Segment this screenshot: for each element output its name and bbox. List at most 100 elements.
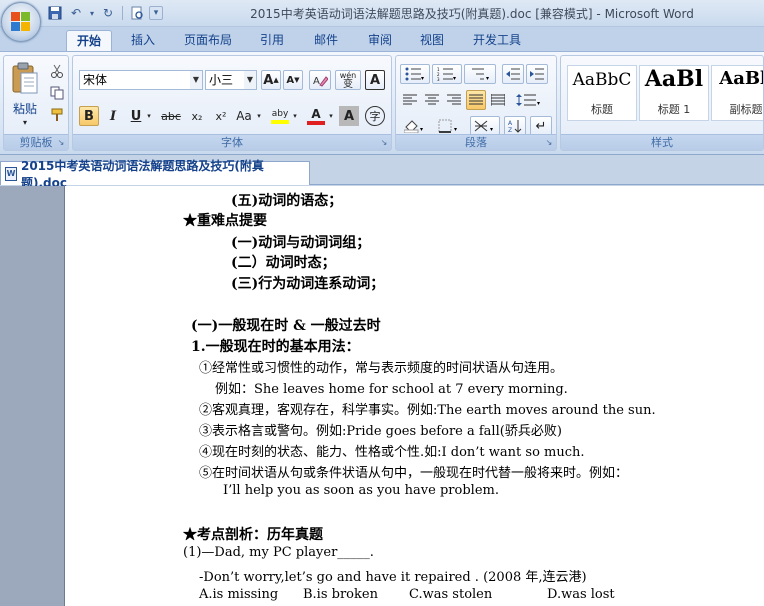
doc-line: (二）动词时态； xyxy=(231,255,336,271)
multilevel-list-icon[interactable]: ▾ xyxy=(464,64,496,84)
subscript-button[interactable]: x₂ xyxy=(187,106,207,126)
font-launcher-icon[interactable]: ↘ xyxy=(379,138,389,148)
bullets-icon[interactable]: ▾ xyxy=(400,64,430,84)
doc-line: ★考点剖析：历年真题 xyxy=(183,527,323,543)
tab-home[interactable]: 开始 xyxy=(66,30,112,51)
line-spacing-icon[interactable]: ▾ xyxy=(512,90,546,110)
clear-format-icon[interactable]: A xyxy=(309,70,331,90)
show-marks-icon[interactable]: ↵ xyxy=(530,116,552,136)
font-color-button[interactable]: A xyxy=(305,106,327,126)
paragraph-group-label: 段落 xyxy=(396,134,556,150)
tab-insert[interactable]: 插入 xyxy=(122,30,164,51)
borders-icon[interactable]: ▾ xyxy=(434,116,464,136)
text-highlight-button[interactable]: aby xyxy=(269,106,291,126)
bold-button[interactable]: B xyxy=(79,106,99,126)
paragraph-launcher-icon[interactable]: ↘ xyxy=(544,138,554,148)
underline-button[interactable]: U xyxy=(127,106,145,126)
svg-text:▾: ▾ xyxy=(490,126,493,133)
increase-indent-icon[interactable] xyxy=(526,64,548,84)
styles-group: AaBbC 标题 AaBl 标题 1 AaBb 副标题 样式 xyxy=(560,55,764,151)
styles-group-label: 样式 xyxy=(561,134,763,150)
paste-icon[interactable] xyxy=(10,60,40,96)
shrink-font-label: A xyxy=(286,74,295,86)
font-size-dropdown-icon[interactable]: ▼ xyxy=(244,71,256,89)
doc-line: I’ll help you as soon as you have proble… xyxy=(223,483,499,498)
svg-text:▾: ▾ xyxy=(421,75,424,81)
office-button[interactable] xyxy=(1,2,41,42)
doc-line: ②客观真理，客观存在，科学事实。例如:The earth moves aroun… xyxy=(199,403,656,418)
highlight-dropdown-icon[interactable]: ▾ xyxy=(291,106,299,126)
character-border-label: A xyxy=(369,72,381,88)
enclose-characters-button[interactable]: 字 xyxy=(365,106,385,126)
document-tab[interactable]: W 2015中考英语动词语法解题思路及技巧(附真题).doc xyxy=(0,159,310,190)
svg-text:▾: ▾ xyxy=(454,126,457,133)
tab-references[interactable]: 引用 xyxy=(252,30,292,51)
font-name-combo[interactable]: 宋体 ▼ xyxy=(79,70,203,90)
style-subtitle-preview: AaBb xyxy=(719,68,763,89)
font-color-bar xyxy=(307,121,325,125)
grow-font-label: A xyxy=(263,72,274,88)
tab-developer[interactable]: 开发工具 xyxy=(464,30,530,51)
character-border-button[interactable]: A xyxy=(365,70,385,90)
document-area[interactable]: (五)动词的语态； ★重难点提要 (一)动词与动词词组； (二）动词时态； (三… xyxy=(0,186,764,606)
window-title: 2015中考英语动词语法解题思路及技巧(附真题).doc [兼容模式] - Mi… xyxy=(250,7,694,21)
tab-page-layout[interactable]: 页面布局 xyxy=(176,30,240,51)
svg-text:▾: ▾ xyxy=(486,75,489,81)
style-title-name: 标题 xyxy=(591,103,613,116)
doc-line: (三)行为动词连系动词； xyxy=(231,276,385,292)
copy-icon[interactable] xyxy=(48,84,66,102)
doc-line: -Don’t worry,let’s go and have it repair… xyxy=(199,570,587,585)
title-bar: ↶ ▾ ↻ ▾ 2015中考英语动词语法解题思路及技巧(附真题).doc [兼容… xyxy=(0,0,764,42)
svg-text:▾: ▾ xyxy=(453,75,456,81)
align-right-icon[interactable] xyxy=(444,90,464,110)
change-case-dropdown-icon[interactable]: ▾ xyxy=(255,106,263,126)
document-page[interactable]: (五)动词的语态； ★重难点提要 (一)动词与动词词组； (二）动词时态； (三… xyxy=(64,186,764,606)
font-size-value: 小三 xyxy=(209,73,234,87)
style-heading-1[interactable]: AaBl 标题 1 xyxy=(639,65,709,121)
grow-font-button[interactable]: A ▲ xyxy=(261,70,281,90)
doc-line: ①经常性或习惯性的动作，常与表示频度的时间状语从句连用。 xyxy=(199,361,564,376)
decrease-indent-icon[interactable] xyxy=(502,64,524,84)
shading-icon[interactable]: ▾ xyxy=(400,116,430,136)
change-case-button[interactable]: Aa xyxy=(233,106,255,126)
doc-line: 1.一般现在时的基本用法： xyxy=(191,339,360,355)
cut-icon[interactable] xyxy=(48,62,66,80)
tab-view[interactable]: 视图 xyxy=(412,30,452,51)
distributed-icon[interactable] xyxy=(488,90,508,110)
style-heading-1-preview: AaBl xyxy=(644,66,704,92)
svg-text:A: A xyxy=(508,120,513,127)
format-painter-icon[interactable] xyxy=(48,106,66,124)
svg-text:▾: ▾ xyxy=(420,126,423,133)
word-document-icon: W xyxy=(5,166,17,181)
numbering-icon[interactable]: 1 2 3 ▾ xyxy=(432,64,462,84)
doc-line: D.was lost xyxy=(547,587,615,602)
character-shading-button[interactable]: A xyxy=(339,106,359,126)
style-subtitle[interactable]: AaBb 副标题 xyxy=(711,65,763,121)
justify-icon[interactable] xyxy=(466,90,486,110)
doc-line: 例如：She leaves home for school at 7 every… xyxy=(215,382,568,397)
clipboard-launcher-icon[interactable]: ↘ xyxy=(56,138,66,148)
align-left-icon[interactable] xyxy=(400,90,420,110)
sort-icon[interactable]: AZ xyxy=(504,116,526,136)
paste-dropdown-icon[interactable]: ▾ xyxy=(18,117,32,127)
font-name-dropdown-icon[interactable]: ▼ xyxy=(190,71,202,89)
doc-line: ③表示格言或警句。例如:Pride goes before a fall(骄兵必… xyxy=(199,424,562,439)
align-center-icon[interactable] xyxy=(422,90,442,110)
strikethrough-button[interactable]: abc xyxy=(159,106,183,126)
clipboard-group: 粘贴 ▾ 剪贴板 ↘ xyxy=(3,55,69,151)
paste-button[interactable]: 粘贴 xyxy=(8,100,42,116)
tab-review[interactable]: 审阅 xyxy=(360,30,400,51)
superscript-button[interactable]: x² xyxy=(211,106,231,126)
doc-line: ★重难点提要 xyxy=(183,213,267,229)
underline-dropdown-icon[interactable]: ▾ xyxy=(145,106,153,126)
italic-button[interactable]: I xyxy=(103,106,123,126)
chinese-layout-icon[interactable]: ▾ xyxy=(470,116,500,136)
doc-line: (一)一般现在时 & 一般过去时 xyxy=(191,318,381,334)
phonetic-guide-button[interactable]: wén 变 xyxy=(335,70,361,90)
style-title[interactable]: AaBbC 标题 xyxy=(567,65,637,121)
tab-mailings[interactable]: 邮件 xyxy=(306,30,346,51)
font-color-dropdown-icon[interactable]: ▾ xyxy=(327,106,335,126)
font-size-combo[interactable]: 小三 ▼ xyxy=(205,70,257,90)
doc-line: ④现在时刻的状态、能力、性格或个性.如:I don’t want so much… xyxy=(199,445,585,460)
shrink-font-button[interactable]: A ▼ xyxy=(283,70,303,90)
